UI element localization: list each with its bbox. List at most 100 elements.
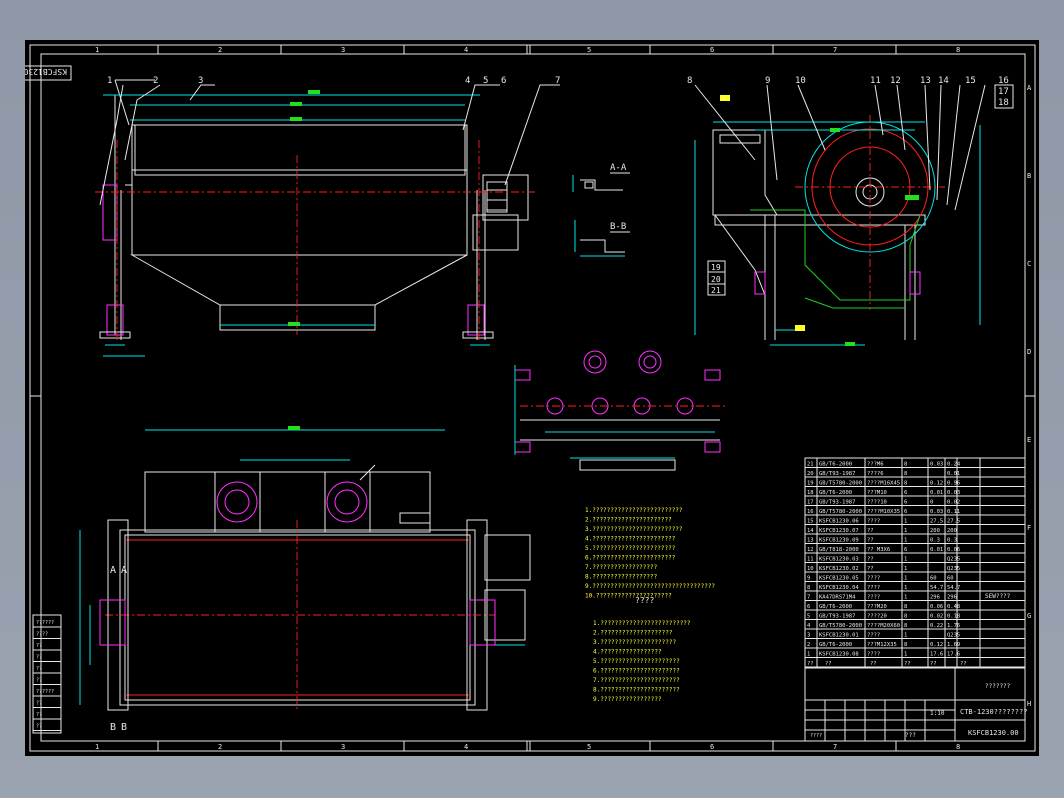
zone-col-label: 3 [341,743,345,751]
bom-row[interactable]: 3 KSFCB1230.01???? 1 Q235 [807,633,960,639]
bom-cell: ???? [867,633,880,639]
bill-of-materials-table[interactable]: 21 GB/T6-2000 ???M6 8 0.03 0.24 20 GB/T93-1987?… [804,457,1026,668]
bom-cell: KSFCB1230.06 [819,519,859,525]
zone-row-label: G [1027,612,1031,620]
bom-cell: 16 [807,509,814,515]
stamp-cell: ?? [36,701,42,707]
zone-row-label: C [1027,260,1031,268]
zone-row-label: F [1027,524,1031,532]
bom-cell: 20 [807,471,814,477]
bom-cell: 13 [807,538,814,544]
bom-row[interactable]: 21 GB/T6-2000 ???M6 8 0.03 0.24 [807,462,961,468]
zone-col-label: 6 [710,46,714,54]
bom-cell: 0.03 [930,462,943,468]
bom-cell: 0.22 [930,623,943,629]
bom-cell: 19 [807,481,814,487]
bom-row[interactable]: 13 KSFCB1230.09?? 1 0.3 0.3 [807,538,957,544]
stamp-cell: ?? [36,712,42,718]
bom-cell: 296 [947,595,957,601]
cad-viewport[interactable]: 12345678 12345678 ABCDEFGH KSFCB1230.00 [9,40,1039,756]
bom-row[interactable]: 5 GB/T93-1987 ????20 8 0.02 0.18 [807,614,960,620]
zone-row-label: H [1027,700,1031,708]
title-drawing-name: CTB-1230???????? [960,708,1027,716]
bom-cell: Q235 [947,566,960,572]
bom-cell: GB/T93-1987 [819,614,855,620]
zone-col-label: 8 [956,743,960,751]
bom-cell: 2 [807,642,810,648]
svg-text:20: 20 [711,275,721,284]
zone-col-label: 8 [956,46,960,54]
bom-cell: 9 [807,576,810,582]
bom-row[interactable]: 14 KSFCB1230.07?? 1 200 200 [807,528,957,534]
bom-cell: 11 [807,557,814,563]
bom-cell: KSFCB1230.02 [819,566,859,572]
bom-cell: 0.3 [947,538,957,544]
bom-cell: 6 [904,509,907,515]
bom-row[interactable]: 10 KSFCB1230.02?? 1 Q235 [807,566,960,572]
stamp-cell: ?? [36,678,42,684]
bom-row[interactable]: 17 GB/T93-1987 ????10 6 0 0.02 [807,500,960,506]
bom-cell: 12 [807,547,814,553]
bom-cell: ????M10X35 [867,509,900,515]
zone-row-label: D [1027,348,1031,356]
part-balloon: 17 [998,87,1009,97]
technical-note-line: 8.?????????????????? [585,574,658,581]
bom-row[interactable]: 9 KSFCB1230.05???? 1 60 60 [807,576,954,582]
bom-cell: 200 [947,528,957,534]
stamp-cell: ?? [36,724,42,730]
part-balloon: 8 [687,76,692,86]
drawing-code-rotated: KSFCB1230.00 [9,65,72,81]
bom-row[interactable]: 6 GB/T6-2000 ???M20 8 0.06 0.48 [807,604,960,610]
bom-row[interactable]: 2 GB/T6-2000 ???M12X35 8 0.12 1.69 [807,642,960,648]
bom-row[interactable]: 11 KSFCB1230.03?? 1 Q235 [807,557,960,563]
bom-cell: 1 [904,576,907,582]
bom-row[interactable]: 4 GB/T5780-2000 ????M20X60 8 0.22 1.76 [807,623,960,629]
drawing-canvas[interactable]: 12345678 12345678 ABCDEFGH KSFCB1230.00 [9,40,1039,756]
bom-cell: GB/T6-2000 [819,642,852,648]
title-sheet: ??? [905,732,916,739]
part-balloon: 1 [107,76,112,86]
bom-row[interactable]: 8 KSFCB1230.04???? 1 54.7 54.7 [807,585,960,591]
front-view[interactable] [95,79,560,357]
bom-cell: ????6 [867,471,884,477]
bom-cell: 0.11 [947,509,960,515]
bom-row[interactable]: 20 GB/T93-1987 ????6 8 0.01 [807,471,960,477]
bom-row[interactable]: 1 KSFCB1230.08???? 1 17.6 17.6 [807,652,960,658]
svg-text:B: B [121,722,127,733]
bom-cell: 8 [904,471,907,477]
bom-cell: 1 [904,519,907,525]
technical-note-line: 10.????????????????????? [585,593,672,600]
bom-row[interactable]: 19 GB/T5780-2000 ????M16X45 8 0.12 0.96 [807,481,960,487]
section-views[interactable]: A-A B-B [572,163,630,257]
bom-cell: 60 [947,576,954,582]
bom-row[interactable]: 15 KSFCB1230.06???? 1 27.5 27.5 [807,519,960,525]
bom-cell: GB/T6-2000 [819,490,852,496]
zone-col-label: 4 [464,46,468,54]
part-balloon: 7 [555,76,560,86]
technical-note-line: 2.?????????????????????? [585,517,672,524]
plan-view[interactable] [79,426,531,711]
bom-cell: 0.96 [947,481,960,487]
part-balloon: 5 [483,76,488,86]
side-view-balloons: 8 9 10 11 12 13 14 15 161718 [687,76,1014,109]
bom-row[interactable]: 18 GB/T6-2000 ???M10 6 0.01 0.03 [807,490,960,496]
svg-text:19: 19 [711,263,721,272]
svg-text:A: A [121,565,127,576]
bom-cell: KSFCB1230.07 [819,528,859,534]
part-balloon: 18 [998,98,1009,108]
performance-note-line: 8.?????????????????????? [593,687,680,694]
bom-row[interactable]: 7 KA47DRS71M4???? 1 296 296 [807,595,957,601]
bom-header-cell: ?? [904,661,911,667]
side-view[interactable] [694,84,986,346]
bom-row[interactable]: 12 GB/T818-2000 ?? M3X6 6 0.01 0.06 [807,547,960,553]
zone-col-label: 4 [464,743,468,751]
bom-row[interactable]: 16 GB/T5780-2000 ????M10X35 6 0.03 0.11 [807,509,960,515]
zone-col-label: 6 [710,743,714,751]
bom-cell: 6 [904,500,907,506]
base-plate-view[interactable] [514,350,725,471]
bom-cell: ????20 [867,614,887,620]
bom-cell: 0.12 [930,642,943,648]
bom-cell: ?? [867,557,874,563]
title-block[interactable]: ??????? CTB-1230???????? KSFCB1230.00 1:… [804,667,1027,742]
bom-cell: ?? [867,566,874,572]
